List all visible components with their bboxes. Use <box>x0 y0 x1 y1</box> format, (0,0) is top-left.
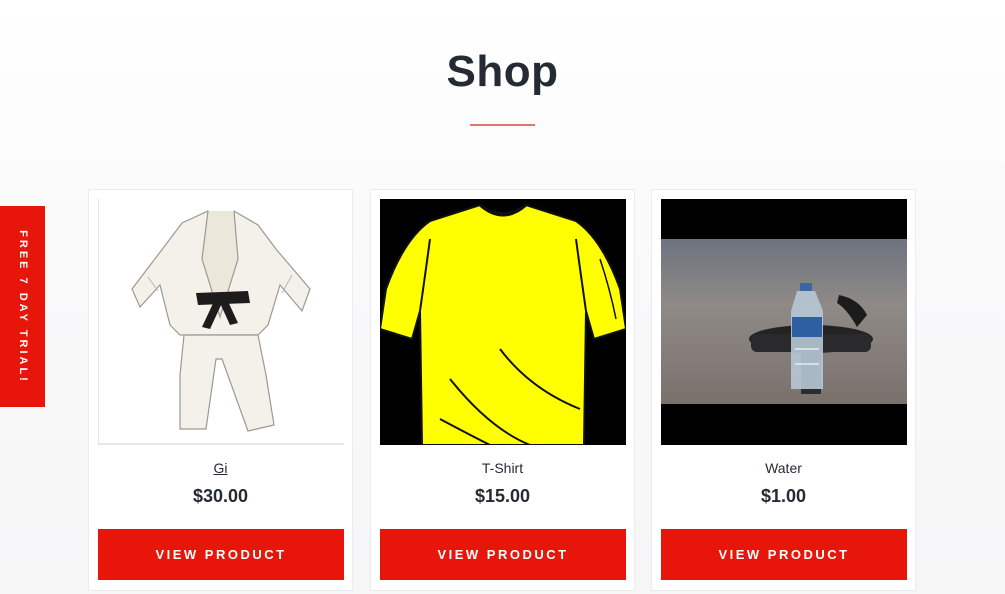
product-price-tshirt: $15.00 <box>474 486 531 506</box>
free-trial-tab[interactable]: FREE 7 DAY TRIAL! <box>0 206 45 407</box>
view-product-button-gi[interactable]: VIEW PRODUCT <box>98 529 344 580</box>
title-divider <box>470 124 535 126</box>
product-price-gi: $30.00 <box>192 486 249 506</box>
page-title: Shop <box>446 47 559 96</box>
product-card-gi: Gi $30.00 VIEW PRODUCT <box>88 189 353 591</box>
product-card-tshirt: T-Shirt $15.00 VIEW PRODUCT <box>370 189 635 591</box>
tshirt-image[interactable] <box>380 199 626 445</box>
view-product-button-tshirt[interactable]: VIEW PRODUCT <box>380 529 626 580</box>
product-card-water: Water $1.00 VIEW PRODUCT <box>651 189 916 591</box>
product-name-water[interactable]: Water <box>652 460 915 476</box>
free-trial-label: FREE 7 DAY TRIAL! <box>16 229 29 384</box>
product-name-gi[interactable]: Gi <box>89 460 352 476</box>
view-product-button-water[interactable]: VIEW PRODUCT <box>661 529 907 580</box>
shop-page: Shop FREE 7 DAY TRIAL! Gi $30.00 VIEW PR… <box>0 0 1005 594</box>
gi-image[interactable] <box>98 199 344 445</box>
product-name-tshirt[interactable]: T-Shirt <box>371 460 634 476</box>
product-price-water: $1.00 <box>760 486 807 506</box>
water-bottle-image[interactable] <box>661 199 907 445</box>
